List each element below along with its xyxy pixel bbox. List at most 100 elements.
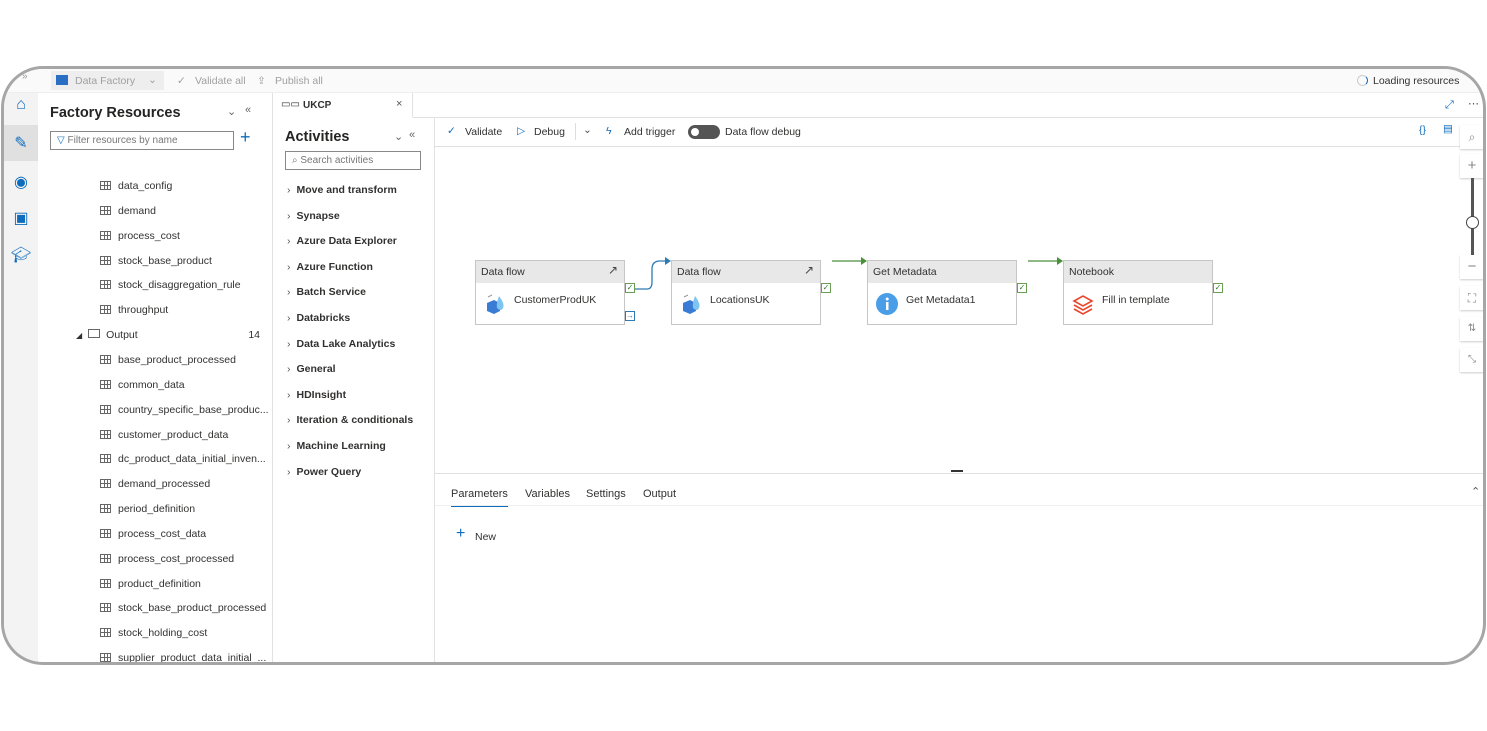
folder-icon xyxy=(88,329,101,339)
chevron-right-icon: › xyxy=(287,286,291,299)
validate-all-button[interactable]: Validate all xyxy=(195,75,246,87)
success-output-handle[interactable]: ✓ xyxy=(1017,283,1027,293)
chevron-right-icon: › xyxy=(287,363,291,376)
tab-output[interactable]: Output xyxy=(643,488,676,500)
activity-group[interactable]: › Azure Function xyxy=(287,261,373,273)
tree-item-dataset[interactable]: demand_processed xyxy=(100,478,210,496)
activity-node[interactable]: Notebook Fill in template xyxy=(1063,260,1213,325)
activity-group[interactable]: › General xyxy=(287,363,336,375)
table-icon xyxy=(100,404,111,414)
tab-variables[interactable]: Variables xyxy=(525,488,570,500)
tree-folder-output[interactable]: ◢ Output 14 xyxy=(76,329,266,347)
tree-item-dataset[interactable]: common_data xyxy=(100,379,185,397)
search-canvas-button[interactable]: ⌕ xyxy=(1460,125,1483,149)
collapse-panel-icon[interactable]: « xyxy=(245,104,251,116)
tree-item-dataset[interactable]: stock_disaggregation_rule xyxy=(100,279,241,297)
top-bar: » Data Factory ⌄ ✓ Validate all ⇪ Publis… xyxy=(4,69,1483,93)
table-icon xyxy=(100,305,111,315)
tree-item-dataset[interactable]: product_definition xyxy=(100,578,201,596)
table-icon xyxy=(100,280,111,290)
new-parameter-button[interactable]: New xyxy=(475,531,496,543)
publish-all-button[interactable]: Publish all xyxy=(275,75,323,87)
zoom-slider-handle[interactable] xyxy=(1466,216,1479,229)
tree-item-dataset[interactable]: process_cost_data xyxy=(100,528,206,546)
tree-item-dataset[interactable]: stock_base_product_processed xyxy=(100,602,266,620)
table-icon xyxy=(100,205,111,215)
activity-node[interactable]: Data flow ↗ LocationsUK xyxy=(671,260,821,325)
activity-group[interactable]: › Move and transform xyxy=(287,184,397,196)
activity-type: Notebook xyxy=(1064,261,1212,283)
collapse-icon[interactable]: ⤡ xyxy=(1460,348,1483,372)
activity-group[interactable]: › Databricks xyxy=(287,312,350,324)
tree-item-dataset[interactable]: customer_product_data xyxy=(100,429,228,447)
tree-item-dataset[interactable]: period_definition xyxy=(100,503,195,521)
manage-toolbox-icon[interactable]: ▣ xyxy=(11,208,31,228)
activity-group[interactable]: › Synapse xyxy=(287,210,340,222)
collapse-panel-chevron-icon[interactable]: ⌃ xyxy=(1471,485,1480,498)
zoom-in-button[interactable]: + xyxy=(1460,154,1483,178)
tree-item-dataset[interactable]: data_config xyxy=(100,180,172,198)
tree-item-dataset[interactable]: country_specific_base_produc... xyxy=(100,404,269,422)
tree-item-dataset[interactable]: stock_holding_cost xyxy=(100,627,207,645)
home-icon[interactable]: ⌂ xyxy=(11,96,31,116)
activity-group[interactable]: › Batch Service xyxy=(287,286,366,298)
resize-handle[interactable] xyxy=(951,470,963,472)
activity-group[interactable]: › Power Query xyxy=(287,466,361,478)
dataflow-icon xyxy=(484,293,506,315)
skip-output-handle[interactable]: → xyxy=(625,311,635,321)
chevron-right-icon: › xyxy=(287,465,291,478)
tree-item-dataset[interactable]: supplier_product_data_initial_... xyxy=(100,652,266,662)
pipeline-canvas[interactable]: ✓ Validate ▷ Debug ⌄ ϟ Add trigger Data … xyxy=(435,117,1483,662)
activity-group[interactable]: › Azure Data Explorer xyxy=(287,235,397,247)
chevron-right-icon: › xyxy=(287,209,291,222)
filter-resources-input[interactable]: ▽ Filter resources by name xyxy=(50,131,234,150)
add-resource-button[interactable]: + xyxy=(240,127,251,148)
tree-item-dataset[interactable]: demand xyxy=(100,205,156,223)
chevron-right-icon: › xyxy=(287,260,291,273)
activity-node[interactable]: Data flow ↗ CustomerProdUK xyxy=(475,260,625,325)
more-icon[interactable]: ⋯ xyxy=(1468,97,1479,110)
expand-icon[interactable]: » xyxy=(22,71,28,82)
activity-type: Data flow xyxy=(476,261,624,283)
factory-resources-panel: Factory Resources ⌄ « ▽ Filter resources… xyxy=(38,93,273,662)
auto-align-icon[interactable]: ⇅ xyxy=(1460,317,1483,341)
tab-ukcp[interactable]: ▭▭ UKCP × xyxy=(273,93,413,118)
adf-window: » Data Factory ⌄ ✓ Validate all ⇪ Publis… xyxy=(1,66,1486,665)
tree-item-dataset[interactable]: process_cost xyxy=(100,230,180,248)
activity-group[interactable]: › HDInsight xyxy=(287,389,346,401)
publish-icon: ⇪ xyxy=(257,75,266,87)
author-pencil-icon[interactable]: ✎ xyxy=(11,133,31,153)
collapse-panel-icon[interactable]: « xyxy=(409,129,415,141)
tree-item-dataset[interactable]: process_cost_processed xyxy=(100,553,234,571)
tree-item-dataset[interactable]: stock_base_product xyxy=(100,255,212,273)
tree-item-dataset[interactable]: dc_product_data_initial_inven... xyxy=(100,453,266,471)
collapse-all-icon[interactable]: ⌄ xyxy=(394,130,403,143)
table-icon xyxy=(100,181,111,190)
activity-group[interactable]: › Data Lake Analytics xyxy=(287,338,395,350)
success-output-handle[interactable]: ✓ xyxy=(1213,283,1223,293)
activity-group[interactable]: › Iteration & conditionals xyxy=(287,414,413,426)
tab-settings[interactable]: Settings xyxy=(586,488,626,500)
factory-selector[interactable]: Data Factory ⌄ xyxy=(51,71,164,90)
collapse-all-icon[interactable]: ⌄ xyxy=(227,105,236,118)
success-output-handle[interactable]: ✓ xyxy=(625,283,635,293)
success-output-handle[interactable]: ✓ xyxy=(821,283,831,293)
table-icon xyxy=(100,653,111,662)
activity-node[interactable]: Get Metadata Get Metadata1 xyxy=(867,260,1017,325)
activity-group[interactable]: › Machine Learning xyxy=(287,440,386,452)
open-external-icon[interactable]: ↗ xyxy=(608,263,618,277)
pipeline-icon: ▭▭ xyxy=(281,99,300,110)
search-activities-input[interactable]: ⌕ Search activities xyxy=(285,151,421,170)
tree-item-dataset[interactable]: throughput xyxy=(100,304,168,322)
learning-center-icon[interactable]: 🎓︎ xyxy=(11,245,31,265)
tree-item-dataset[interactable]: base_product_processed xyxy=(100,354,236,372)
monitor-icon[interactable]: ◉ xyxy=(11,172,31,192)
expand-icon[interactable]: ⤢ xyxy=(1445,99,1454,112)
open-external-icon[interactable]: ↗ xyxy=(804,263,814,277)
fit-to-screen-icon[interactable]: ⛶ xyxy=(1460,286,1483,310)
close-tab-icon[interactable]: × xyxy=(396,98,402,110)
chevron-right-icon: › xyxy=(287,440,291,452)
zoom-out-button[interactable]: − xyxy=(1460,255,1483,279)
chevron-right-icon: › xyxy=(287,414,291,427)
dataflow-icon xyxy=(680,293,702,315)
